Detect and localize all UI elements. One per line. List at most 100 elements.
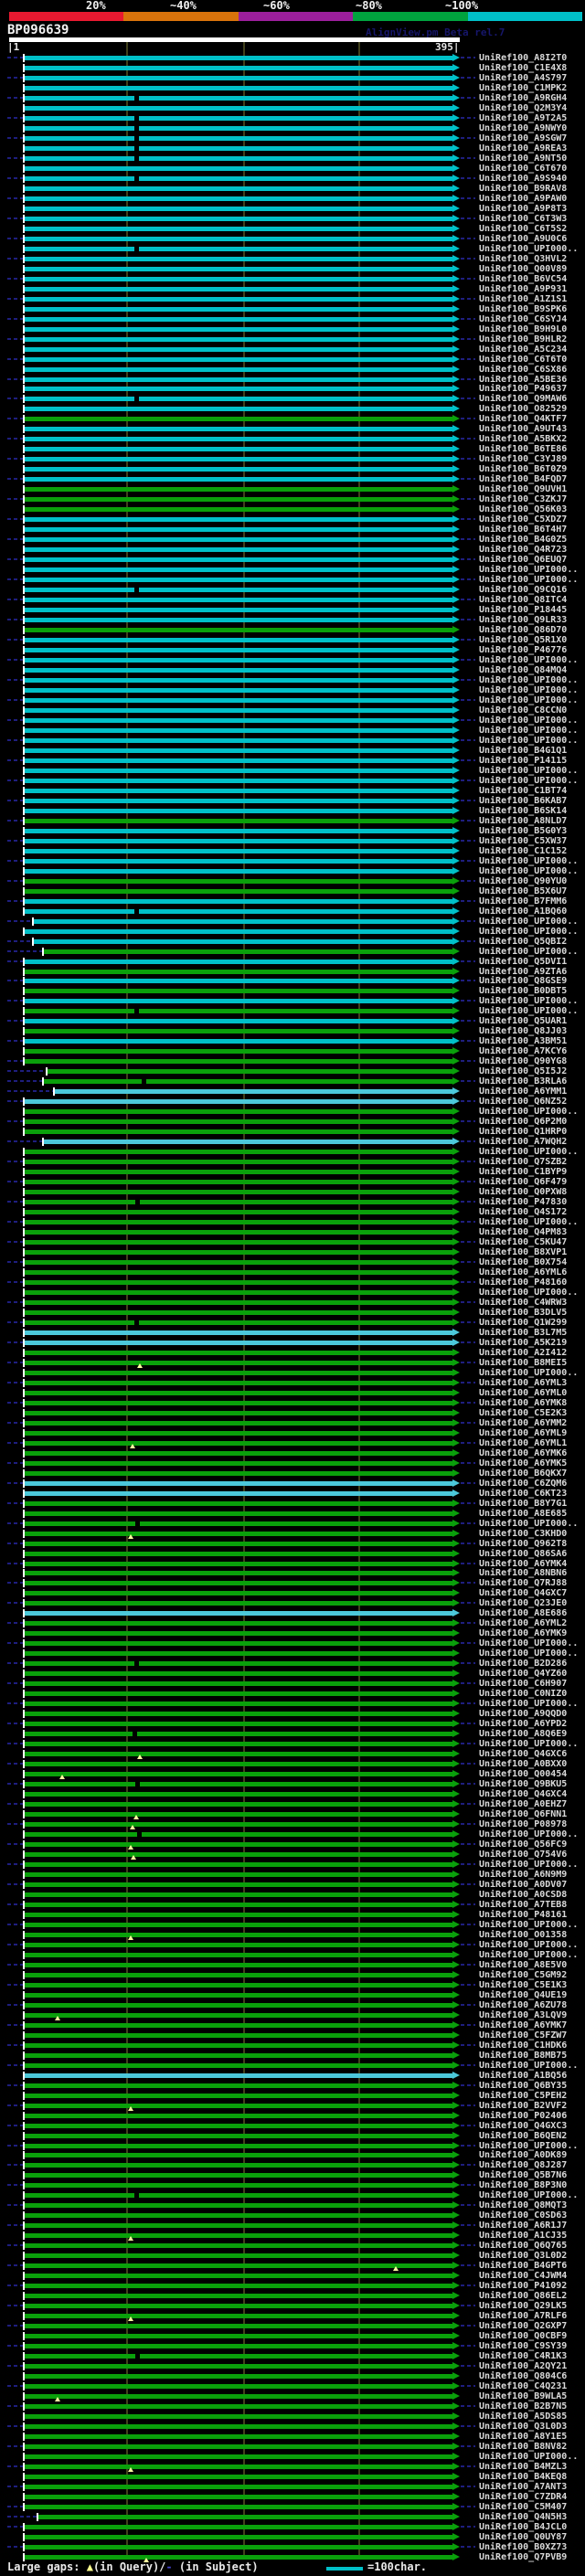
- alignment-row[interactable]: UniRef100_C6T6T0: [0, 355, 585, 365]
- alignment-row[interactable]: UniRef100_Q4KTF7: [0, 414, 585, 424]
- hit-label[interactable]: UniRef100_Q7RJ88: [479, 1578, 567, 1588]
- alignment-row[interactable]: UniRef100_C0SD63: [0, 2210, 585, 2221]
- alignment-bar[interactable]: [25, 1129, 452, 1135]
- hit-label[interactable]: UniRef100_UPI000..: [479, 917, 578, 927]
- hit-label[interactable]: UniRef100_C0NIZ0: [479, 1689, 567, 1699]
- alignment-bar[interactable]: [44, 949, 452, 954]
- alignment-row[interactable]: UniRef100_UPI000..: [0, 565, 585, 575]
- alignment-row[interactable]: UniRef100_Q0CBF9: [0, 2331, 585, 2341]
- alignment-bar[interactable]: [25, 828, 452, 833]
- alignment-row[interactable]: UniRef100_UPI000..: [0, 1648, 585, 1659]
- alignment-row[interactable]: UniRef100_B6KAB7: [0, 796, 585, 806]
- hit-label[interactable]: UniRef100_B9SPK6: [479, 304, 567, 314]
- alignment-bar[interactable]: [25, 1039, 452, 1044]
- alignment-row[interactable]: UniRef100_A2I412: [0, 1348, 585, 1358]
- alignment-bar[interactable]: [25, 1621, 452, 1627]
- alignment-row[interactable]: UniRef100_Q9LR33: [0, 615, 585, 625]
- alignment-row[interactable]: UniRef100_Q6EUQ7: [0, 555, 585, 565]
- alignment-row[interactable]: UniRef100_UPI000..: [0, 996, 585, 1006]
- alignment-bar[interactable]: [25, 1289, 452, 1295]
- alignment-row[interactable]: UniRef100_Q2M3Y4: [0, 103, 585, 113]
- alignment-row[interactable]: UniRef100_Q0PXW8: [0, 1187, 585, 1197]
- alignment-row[interactable]: UniRef100_Q4GXC7: [0, 1588, 585, 1598]
- hit-label[interactable]: UniRef100_UPI000..: [479, 655, 578, 665]
- alignment-bar[interactable]: [25, 2103, 452, 2108]
- alignment-row[interactable]: UniRef100_Q5B7N6: [0, 2170, 585, 2180]
- alignment-row[interactable]: UniRef100_A9PAW0: [0, 194, 585, 204]
- alignment-bar[interactable]: [25, 2093, 452, 2098]
- hit-label[interactable]: UniRef100_Q4GXC4: [479, 1789, 567, 1799]
- alignment-row[interactable]: UniRef100_A5BE36: [0, 375, 585, 385]
- alignment-bar[interactable]: [25, 2304, 452, 2309]
- alignment-bar[interactable]: [25, 588, 452, 593]
- alignment-row[interactable]: UniRef100_UPI000..: [0, 1860, 585, 1870]
- alignment-row[interactable]: UniRef100_UPI000..: [0, 1368, 585, 1378]
- alignment-row[interactable]: UniRef100_Q4GXC3: [0, 2121, 585, 2131]
- alignment-bar[interactable]: [25, 66, 452, 70]
- hit-label[interactable]: UniRef100_C6T5S2: [479, 224, 567, 234]
- hit-label[interactable]: UniRef100_B6T4H7: [479, 525, 567, 535]
- alignment-row[interactable]: UniRef100_A9QQD0: [0, 1709, 585, 1719]
- hit-label[interactable]: UniRef100_UPI000..: [479, 1940, 578, 1950]
- hit-label[interactable]: UniRef100_Q8ITC4: [479, 595, 567, 605]
- hit-label[interactable]: UniRef100_Q9CQ16: [479, 585, 567, 595]
- hit-label[interactable]: UniRef100_B4G0Z5: [479, 535, 567, 545]
- alignment-row[interactable]: UniRef100_B6QEN2: [0, 2131, 585, 2141]
- alignment-row[interactable]: UniRef100_A7RLF6: [0, 2311, 585, 2322]
- alignment-row[interactable]: UniRef100_UPI000..: [0, 866, 585, 876]
- alignment-bar[interactable]: [25, 1962, 452, 1967]
- alignment-bar[interactable]: [25, 1119, 452, 1125]
- alignment-row[interactable]: UniRef100_Q6Q765: [0, 2241, 585, 2251]
- hit-label[interactable]: UniRef100_Q3L0D2: [479, 2251, 567, 2261]
- hit-label[interactable]: UniRef100_A0DK89: [479, 2150, 567, 2160]
- alignment-bar[interactable]: [25, 1500, 452, 1506]
- alignment-row[interactable]: UniRef100_A9S940: [0, 174, 585, 184]
- alignment-row[interactable]: UniRef100_C1C152: [0, 846, 585, 856]
- alignment-bar[interactable]: [25, 1330, 452, 1335]
- hit-label[interactable]: UniRef100_C1BYP9: [479, 1167, 567, 1177]
- alignment-row[interactable]: UniRef100_UPI000..: [0, 1107, 585, 1117]
- alignment-bar[interactable]: [25, 2314, 452, 2319]
- alignment-bar[interactable]: [25, 677, 452, 683]
- alignment-row[interactable]: UniRef100_UPI000..: [0, 244, 585, 254]
- hit-label[interactable]: UniRef100_Q804C6: [479, 2371, 567, 2381]
- alignment-row[interactable]: UniRef100_C6SYJ4: [0, 314, 585, 324]
- alignment-row[interactable]: UniRef100_A6YMK7: [0, 2020, 585, 2030]
- alignment-bar[interactable]: [25, 1732, 452, 1737]
- hit-label[interactable]: UniRef100_C4R1K3: [479, 2351, 567, 2361]
- hit-label[interactable]: UniRef100_A0DV07: [479, 1880, 567, 1890]
- alignment-row[interactable]: UniRef100_C6T5S2: [0, 224, 585, 234]
- hit-label[interactable]: UniRef100_UPI000..: [479, 736, 578, 746]
- alignment-row[interactable]: UniRef100_Q56FC9: [0, 1839, 585, 1850]
- alignment-row[interactable]: UniRef100_C6KT23: [0, 1489, 585, 1499]
- alignment-row[interactable]: UniRef100_C5E2K3: [0, 1408, 585, 1418]
- alignment-bar[interactable]: [25, 747, 452, 753]
- alignment-bar[interactable]: [25, 175, 452, 181]
- alignment-row[interactable]: UniRef100_Q3L0D2: [0, 2251, 585, 2261]
- alignment-bar[interactable]: [25, 1220, 452, 1224]
- alignment-row[interactable]: UniRef100_A6YML2: [0, 1618, 585, 1628]
- alignment-row[interactable]: UniRef100_Q6BY35: [0, 2081, 585, 2091]
- alignment-row[interactable]: UniRef100_Q86SA6: [0, 1549, 585, 1559]
- alignment-bar[interactable]: [25, 537, 452, 543]
- hit-label[interactable]: UniRef100_A0EHZ7: [479, 1799, 567, 1809]
- alignment-bar[interactable]: [25, 737, 452, 743]
- alignment-bar[interactable]: [25, 1671, 452, 1677]
- hit-label[interactable]: UniRef100_C6SX86: [479, 365, 567, 375]
- hit-label[interactable]: UniRef100_B8P3N0: [479, 2180, 567, 2190]
- hit-label[interactable]: UniRef100_Q5I5J2: [479, 1066, 567, 1076]
- hit-label[interactable]: UniRef100_P47830: [479, 1197, 567, 1207]
- hit-label[interactable]: UniRef100_Q00454: [479, 1769, 567, 1779]
- alignment-bar[interactable]: [25, 2414, 452, 2419]
- alignment-bar[interactable]: [25, 808, 452, 813]
- alignment-row[interactable]: UniRef100_A5BKX2: [0, 434, 585, 444]
- hit-label[interactable]: UniRef100_Q8J287: [479, 2160, 567, 2170]
- hit-label[interactable]: UniRef100_Q90YG8: [479, 1056, 567, 1066]
- alignment-row[interactable]: UniRef100_UPI000..: [0, 1699, 585, 1709]
- alignment-bar[interactable]: [25, 1531, 452, 1536]
- alignment-bar[interactable]: [25, 1470, 452, 1476]
- alignment-row[interactable]: UniRef100_UPI000..: [0, 1006, 585, 1016]
- hit-label[interactable]: UniRef100_P14115: [479, 756, 567, 766]
- alignment-bar[interactable]: [25, 336, 452, 342]
- alignment-bar[interactable]: [25, 1490, 452, 1496]
